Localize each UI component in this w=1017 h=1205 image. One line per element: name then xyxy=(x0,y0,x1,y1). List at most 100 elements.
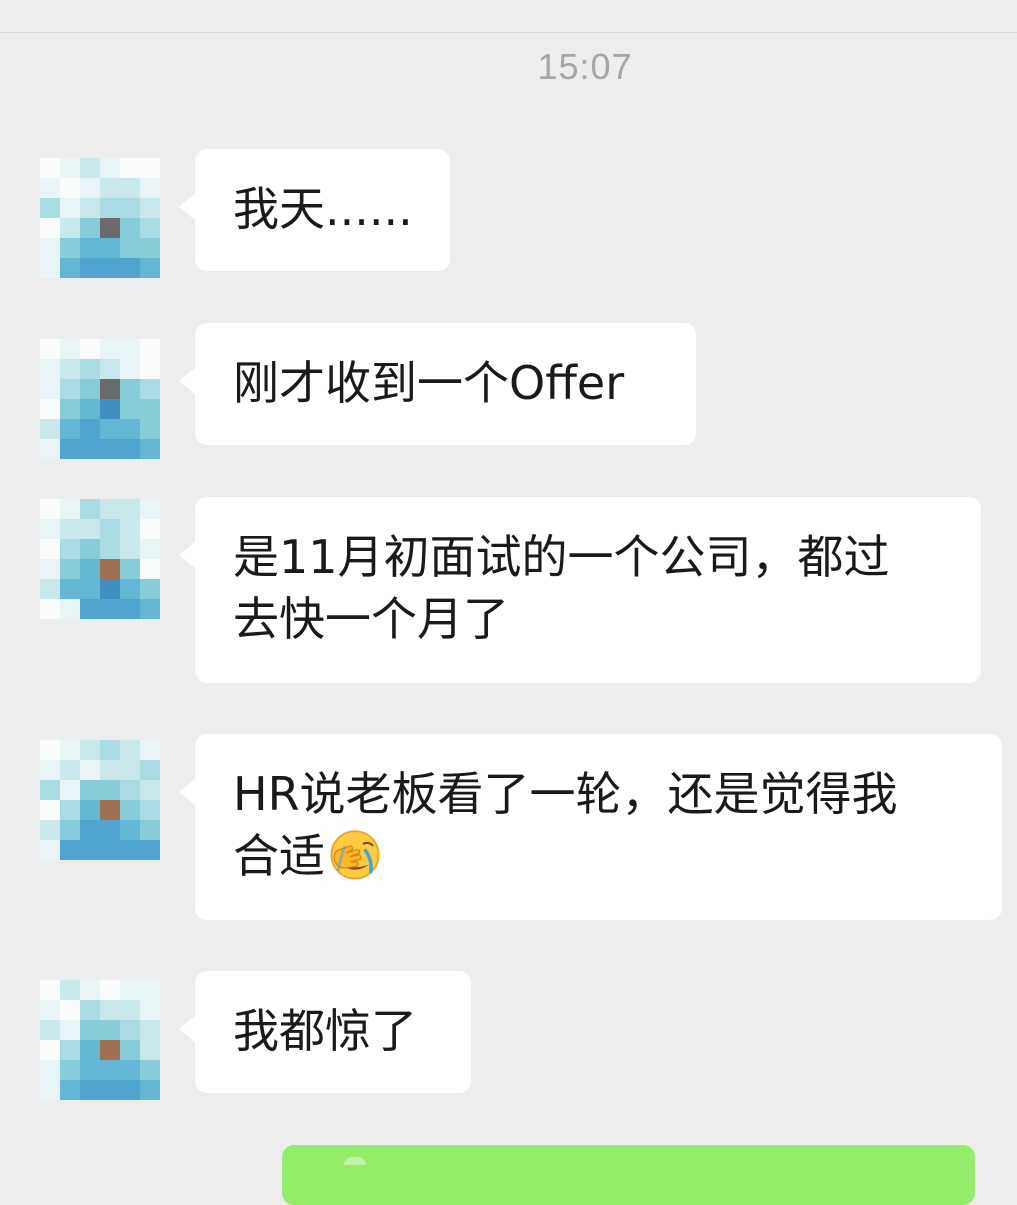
avatar-pixel xyxy=(80,760,100,780)
avatar-pixel xyxy=(120,599,140,619)
message-text: 刚才收到一个Offer xyxy=(233,356,625,410)
avatar-pixel xyxy=(120,1040,140,1060)
avatar-pixel xyxy=(60,599,80,619)
outgoing-message-bubble[interactable] xyxy=(282,1145,975,1205)
avatar-pixel xyxy=(80,1080,100,1100)
avatar-pixel xyxy=(140,258,160,278)
bubble-highlight xyxy=(344,1157,366,1165)
avatar-pixel xyxy=(100,740,120,760)
avatar-pixel xyxy=(100,258,120,278)
avatar-pixel xyxy=(140,439,160,459)
contact-avatar[interactable] xyxy=(40,499,160,619)
avatar-pixel xyxy=(140,539,160,559)
contact-avatar[interactable] xyxy=(40,980,160,1100)
avatar-pixel xyxy=(60,499,80,519)
message-text-line: 是11月初面试的一个公司，都过 xyxy=(233,530,890,584)
message-text-line: 合适 xyxy=(233,825,966,887)
avatar-pixel xyxy=(60,1000,80,1020)
avatar-pixel xyxy=(60,419,80,439)
avatar-pixel xyxy=(40,980,60,1000)
avatar-pixel xyxy=(80,599,100,619)
avatar-pixel xyxy=(120,158,140,178)
avatar-pixel xyxy=(80,399,100,419)
avatar-pixel xyxy=(60,258,80,278)
avatar-pixel xyxy=(120,539,140,559)
avatar-pixel xyxy=(100,218,120,238)
avatar-pixel xyxy=(120,840,140,860)
avatar-pixel xyxy=(100,379,120,399)
avatar-pixel xyxy=(40,499,60,519)
avatar-pixel xyxy=(60,198,80,218)
avatar-pixel xyxy=(40,399,60,419)
avatar-pixel xyxy=(80,519,100,539)
avatar-pixel xyxy=(40,258,60,278)
avatar-pixel xyxy=(60,158,80,178)
avatar-pixel xyxy=(60,579,80,599)
avatar-pixel xyxy=(80,559,100,579)
avatar-pixel xyxy=(80,579,100,599)
avatar-pixel xyxy=(100,760,120,780)
avatar-pixel xyxy=(100,399,120,419)
avatar-pixel xyxy=(80,1000,100,1020)
avatar-pixel xyxy=(100,559,120,579)
avatar-pixel xyxy=(60,218,80,238)
avatar-pixel xyxy=(40,780,60,800)
contact-avatar[interactable] xyxy=(40,740,160,860)
avatar-pixel xyxy=(100,1020,120,1040)
avatar-pixel xyxy=(60,1060,80,1080)
avatar-pixel xyxy=(40,1000,60,1020)
message-bubble[interactable]: HR说老板看了一轮，还是觉得我 合适 xyxy=(179,734,1002,920)
avatar-pixel xyxy=(100,980,120,1000)
avatar-pixel xyxy=(140,780,160,800)
message-timestamp: 15:07 xyxy=(537,46,633,87)
message-bubble[interactable]: 我都惊了 xyxy=(179,971,471,1093)
avatar-pixel xyxy=(120,740,140,760)
avatar-pixel xyxy=(80,218,100,238)
avatar-pixel xyxy=(80,980,100,1000)
message-bubble[interactable]: 刚才收到一个Offer xyxy=(179,323,696,445)
avatar-pixel xyxy=(40,178,60,198)
avatar-pixel xyxy=(100,359,120,379)
message-bubble[interactable]: 我天...... xyxy=(179,149,450,271)
avatar-pixel xyxy=(40,740,60,760)
avatar-pixel xyxy=(140,499,160,519)
avatar-pixel xyxy=(60,1020,80,1040)
avatar-pixel xyxy=(140,579,160,599)
avatar-pixel xyxy=(120,218,140,238)
avatar-pixel xyxy=(100,599,120,619)
avatar-pixel xyxy=(140,800,160,820)
avatar-pixel xyxy=(60,559,80,579)
avatar-pixel xyxy=(120,780,140,800)
avatar-pixel xyxy=(100,238,120,258)
avatar-pixel xyxy=(100,499,120,519)
contact-avatar[interactable] xyxy=(40,339,160,459)
avatar-pixel xyxy=(60,1040,80,1060)
avatar-pixel xyxy=(40,800,60,820)
avatar-pixel xyxy=(140,359,160,379)
avatar-pixel xyxy=(140,238,160,258)
avatar-pixel xyxy=(120,198,140,218)
contact-avatar[interactable] xyxy=(40,158,160,278)
avatar-pixel xyxy=(80,539,100,559)
avatar-pixel xyxy=(100,519,120,539)
avatar-pixel xyxy=(140,760,160,780)
avatar-pixel xyxy=(120,820,140,840)
avatar-pixel xyxy=(120,760,140,780)
message-bubble[interactable]: 是11月初面试的一个公司，都过 去快一个月了 xyxy=(179,497,981,683)
avatar-pixel xyxy=(60,820,80,840)
avatar-pixel xyxy=(60,740,80,760)
avatar-pixel xyxy=(80,1060,100,1080)
avatar-pixel xyxy=(60,840,80,860)
avatar-pixel xyxy=(100,439,120,459)
avatar-pixel xyxy=(120,800,140,820)
avatar-pixel xyxy=(100,840,120,860)
avatar-pixel xyxy=(100,198,120,218)
avatar-pixel xyxy=(60,800,80,820)
avatar-pixel xyxy=(40,599,60,619)
avatar-pixel xyxy=(80,198,100,218)
avatar-pixel xyxy=(80,1040,100,1060)
avatar-pixel xyxy=(120,1020,140,1040)
avatar-pixel xyxy=(60,379,80,399)
avatar-pixel xyxy=(100,158,120,178)
avatar-pixel xyxy=(140,519,160,539)
